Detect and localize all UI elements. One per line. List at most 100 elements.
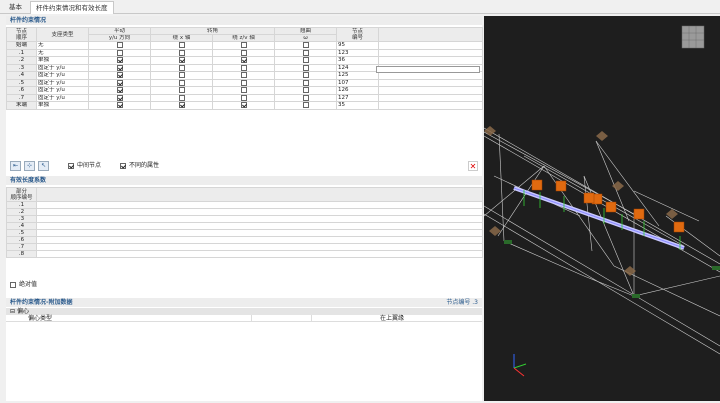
support-type-cell[interactable]: 单独	[36, 56, 89, 65]
translation-checkbox[interactable]	[116, 42, 123, 48]
node-no-cell[interactable]: 123	[336, 48, 380, 57]
pick-icon[interactable]: ↖	[38, 161, 49, 171]
rot-zv-checkbox[interactable]	[240, 79, 247, 86]
rot-zv-checkbox[interactable]	[240, 87, 247, 93]
table-row[interactable]: .6	[6, 236, 483, 244]
support-type-cell[interactable]: 固定于 y/u	[36, 86, 89, 95]
support-type-cell[interactable]: 单独	[36, 101, 89, 110]
eccentricity-type-value[interactable]: 在上翼缘	[380, 315, 404, 322]
support-type-cell[interactable]: 固定于 y/u	[36, 71, 89, 80]
translation-checkbox[interactable]	[116, 64, 123, 71]
header-support-type: 支座类型	[36, 27, 89, 42]
rot-x-checkbox[interactable]	[178, 94, 185, 101]
table-row[interactable]: .1	[6, 201, 483, 209]
node-no-cell[interactable]: 126	[336, 86, 380, 95]
translation-checkbox[interactable]	[116, 57, 123, 63]
delete-icon[interactable]: ✕	[468, 161, 478, 171]
header-warping: 翘曲	[274, 27, 338, 35]
table-row[interactable]: .8	[6, 250, 483, 258]
node-no-cell[interactable]: 125	[336, 71, 380, 80]
warping-checkbox[interactable]	[302, 57, 309, 63]
table-row[interactable]: 始端无 95	[6, 41, 484, 50]
node-info: 节点编号 .3	[446, 299, 478, 306]
warping-checkbox[interactable]	[302, 87, 309, 93]
table-row[interactable]: .1 无 123	[6, 48, 484, 57]
row-order: .4	[6, 71, 37, 80]
inline-edit-field[interactable]	[376, 66, 480, 73]
segment-no: .5	[6, 229, 37, 237]
support-type-cell[interactable]: 固定于 y/u	[36, 93, 89, 102]
group-eccentricity[interactable]: ⊟ 偏心	[6, 308, 482, 315]
rot-x-checkbox[interactable]	[178, 87, 185, 93]
rot-x-checkbox[interactable]	[178, 79, 185, 86]
support-type-cell[interactable]: 固定于 y/u	[36, 63, 89, 72]
rot-zv-checkbox[interactable]	[240, 42, 247, 48]
rot-x-checkbox[interactable]	[178, 72, 185, 78]
translation-checkbox[interactable]	[116, 49, 123, 56]
rot-x-checkbox[interactable]	[178, 57, 185, 63]
table-row[interactable]: .5 固定于 y/u 107	[6, 78, 484, 87]
translation-checkbox[interactable]	[116, 72, 123, 78]
rot-zv-checkbox[interactable]	[240, 94, 247, 101]
row-order: .7	[6, 93, 37, 102]
rot-zv-checkbox[interactable]	[240, 57, 247, 63]
node-no-cell[interactable]: 127	[336, 93, 380, 102]
absolute-values-checkbox[interactable]	[10, 281, 16, 288]
warping-checkbox[interactable]	[302, 94, 309, 101]
eccentricity-row[interactable]: 偏心类型 在上翼缘	[6, 315, 482, 322]
rot-x-checkbox[interactable]	[178, 49, 185, 56]
rot-x-checkbox[interactable]	[178, 64, 185, 71]
warping-checkbox[interactable]	[302, 64, 309, 71]
warping-checkbox[interactable]	[302, 72, 309, 78]
table-row[interactable]: .2 单独 36	[6, 56, 484, 65]
row-order: .6	[6, 86, 37, 95]
table-row[interactable]: .6 固定于 y/u 126	[6, 86, 484, 95]
table-row[interactable]: .2	[6, 208, 483, 216]
row-order: .1	[6, 48, 37, 57]
support-type-cell[interactable]: 固定于 y/u	[36, 78, 89, 87]
rot-zv-checkbox[interactable]	[240, 64, 247, 71]
rot-zv-checkbox[interactable]	[240, 72, 247, 78]
tab-member-restraints[interactable]: 杆件约束情况和有效长度	[30, 1, 114, 14]
option-absolute-values[interactable]: 绝对值	[10, 281, 37, 289]
translation-checkbox[interactable]	[116, 102, 123, 108]
warping-checkbox[interactable]	[302, 102, 309, 108]
translation-checkbox[interactable]	[116, 79, 123, 86]
tab-basic[interactable]: 基本	[4, 1, 27, 14]
option-intermediate-nodes[interactable]: 中间节点	[68, 162, 101, 170]
header-translation: 平动	[88, 27, 151, 35]
warping-checkbox[interactable]	[302, 42, 309, 48]
translation-checkbox[interactable]	[116, 87, 123, 93]
header-rot-zv: 绕 z/v 轴	[211, 34, 276, 42]
intermediate-nodes-checkbox[interactable]	[68, 162, 74, 169]
node-no-cell[interactable]: 35	[336, 101, 380, 110]
different-properties-checkbox[interactable]	[120, 162, 126, 169]
support-type-cell[interactable]: 无	[36, 41, 89, 50]
node-no-cell[interactable]: 36	[336, 56, 380, 65]
3d-viewport[interactable]	[483, 16, 720, 401]
rot-x-checkbox[interactable]	[178, 102, 185, 108]
translation-checkbox[interactable]	[116, 94, 123, 101]
table-row[interactable]: 末端 单独 35	[6, 101, 484, 110]
select-nodes-icon[interactable]: ⊹	[24, 161, 35, 171]
node-no-cell[interactable]: 124	[336, 63, 380, 72]
rot-zv-checkbox[interactable]	[240, 49, 247, 56]
node-no-cell[interactable]: 107	[336, 78, 380, 87]
table-row[interactable]: .3	[6, 215, 483, 223]
insert-row-icon[interactable]: ⇤	[10, 161, 21, 171]
table-row[interactable]: .4	[6, 222, 483, 230]
view-cube-icon	[681, 25, 705, 49]
warping-checkbox[interactable]	[302, 49, 309, 56]
rot-zv-checkbox[interactable]	[240, 102, 247, 108]
collapse-icon[interactable]: ⊟	[10, 308, 15, 315]
warping-checkbox[interactable]	[302, 79, 309, 86]
node-no-cell[interactable]: 95	[336, 41, 380, 50]
segment-no: .4	[6, 222, 37, 230]
table-row[interactable]: .7 固定于 y/u 127	[6, 93, 484, 102]
option-different-properties[interactable]: 不同的属性	[120, 162, 159, 170]
support-type-cell[interactable]: 无	[36, 48, 89, 57]
effective-length-table: 部分 顺序编号 .1.2.3.4.5.6.7.8	[6, 187, 483, 258]
table-row[interactable]: .7	[6, 243, 483, 251]
table-row[interactable]: .5	[6, 229, 483, 237]
rot-x-checkbox[interactable]	[178, 42, 185, 48]
